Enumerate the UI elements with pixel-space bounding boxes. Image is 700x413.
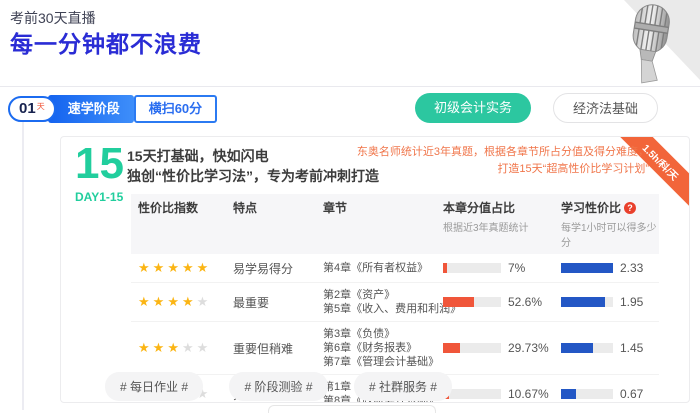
- plan-headline-line2: 独创“性价比学习法”，专为考前冲刺打造: [127, 166, 379, 186]
- table-header: 性价比指数 特点 章节 本章分值占比 根据近3年真题统计 学习性价比? 每学1小…: [131, 194, 659, 254]
- subject-tabs: 初级会计实务 经济法基础: [415, 93, 658, 123]
- plan-note: 东奥名师统计近3年真题，根据各章节所占分值及得分难度， 打造15天“超高性价比学…: [357, 144, 649, 178]
- star-filled-icon: ★: [167, 294, 179, 309]
- learning-value-bar-fill: [561, 263, 613, 273]
- learning-value-value: 2.33: [620, 261, 643, 275]
- header-learning-value-sub: 每学1小时可以得多少分: [561, 219, 659, 249]
- day-number: 01: [19, 98, 36, 120]
- learning-value-cell: 1.95: [561, 295, 659, 309]
- next-card-edge: [268, 405, 436, 413]
- help-icon[interactable]: ?: [624, 202, 636, 214]
- learning-value-bar: [561, 343, 613, 353]
- learning-value-cell: 2.33: [561, 261, 659, 275]
- star-filled-icon: ★: [197, 260, 209, 275]
- star-filled-icon: ★: [153, 340, 165, 355]
- timeline-line: [22, 122, 24, 410]
- score-share-cell: 29.73%: [443, 341, 561, 355]
- plan-note-line1: 东奥名师统计近3年真题，根据各章节所占分值及得分难度，: [357, 144, 649, 161]
- plan-headline: 15天打基础，快如闪电 独创“性价比学习法”，专为考前冲刺打造: [127, 146, 379, 186]
- header-chapter: 章节: [323, 199, 443, 216]
- header-learning-value: 学习性价比?: [561, 199, 659, 216]
- learning-value-cell: 1.45: [561, 341, 659, 355]
- chapter-item: 第2章《资产》: [323, 288, 443, 302]
- star-empty-icon: ★: [197, 294, 209, 309]
- learning-value-bar-fill: [561, 343, 593, 353]
- score-share-bar: [443, 263, 501, 273]
- tab-subject-accounting-practice[interactable]: 初级会计实务: [415, 93, 531, 123]
- rating-stars: ★★★★★: [131, 339, 233, 357]
- header-divider: [0, 86, 700, 87]
- score-share-bar-fill: [443, 297, 474, 307]
- tag-stage-quiz[interactable]: # 阶段测验 #: [229, 372, 327, 401]
- learning-value-cell: 0.67: [561, 387, 659, 401]
- score-share-value: 29.73%: [508, 341, 549, 355]
- score-share-bar-fill: [443, 343, 460, 353]
- star-filled-icon: ★: [153, 294, 165, 309]
- score-share-bar: [443, 343, 501, 353]
- star-empty-icon: ★: [197, 340, 209, 355]
- table-row: ★★★★★最重要第2章《资产》第5章《收入、费用和利润》52.6%1.95: [131, 283, 659, 322]
- learning-value-bar-fill: [561, 389, 576, 399]
- header-score-share: 本章分值占比: [443, 199, 561, 216]
- learning-value-value: 0.67: [620, 387, 643, 401]
- star-filled-icon: ★: [138, 294, 150, 309]
- tab-subject-economic-law[interactable]: 经济法基础: [553, 93, 658, 123]
- header-score-share-sub: 根据近3年真题统计: [443, 219, 561, 234]
- stage-bar: 01 天 速学阶段 横扫60分: [8, 95, 217, 123]
- table-row: ★★★★★重要但稍难第3章《负债》第6章《财务报表》第7章《管理会计基础》29.…: [131, 322, 659, 375]
- page-title: 每一分钟都不浪费: [10, 25, 202, 59]
- feature-tags: # 每日作业 # # 阶段测验 # # 社群服务 #: [105, 372, 474, 401]
- feature-label: 最重要: [233, 294, 323, 311]
- header-rating: 性价比指数: [131, 199, 233, 216]
- star-empty-icon: ★: [182, 340, 194, 355]
- chapter-item: 第5章《收入、费用和利润》: [323, 302, 443, 316]
- score-share-value: 7%: [508, 261, 525, 275]
- plan-headline-line1: 15天打基础，快如闪电: [127, 146, 379, 166]
- learning-value-value: 1.45: [620, 341, 643, 355]
- learning-value-bar: [561, 297, 613, 307]
- chapter-item: 第6章《财务报表》: [323, 341, 443, 355]
- score-share-value: 52.6%: [508, 295, 542, 309]
- chapter-item: 第7章《管理会计基础》: [323, 355, 443, 369]
- feature-label: 重要但稍难: [233, 340, 323, 357]
- header-feature: 特点: [233, 199, 323, 216]
- day-range: DAY1-15: [75, 190, 123, 204]
- rating-stars: ★★★★★: [131, 293, 233, 311]
- star-filled-icon: ★: [167, 260, 179, 275]
- star-filled-icon: ★: [138, 340, 150, 355]
- score-share-cell: 52.6%: [443, 295, 561, 309]
- learning-value-bar: [561, 263, 613, 273]
- chapter-list: 第3章《负债》第6章《财务报表》第7章《管理会计基础》: [323, 327, 443, 369]
- table-row: ★★★★★易学易得分第4章《所有者权益》7%2.33: [131, 254, 659, 283]
- chapter-item: 第4章《所有者权益》: [323, 261, 443, 275]
- study-plan-card: 1.5h/科/天 东奥名师统计近3年真题，根据各章节所占分值及得分难度， 打造1…: [60, 136, 690, 403]
- star-filled-icon: ★: [167, 340, 179, 355]
- stage-phase-button[interactable]: 速学阶段: [48, 95, 134, 123]
- star-filled-icon: ★: [182, 294, 194, 309]
- star-filled-icon: ★: [138, 260, 150, 275]
- learning-value-value: 1.95: [620, 295, 643, 309]
- header-learning-value-label: 学习性价比: [561, 201, 621, 215]
- plan-note-line2: 打造15天“超高性价比学习计划”: [357, 161, 649, 178]
- day-badge: 01 天: [8, 96, 56, 122]
- stage-goal-button[interactable]: 横扫60分: [134, 95, 217, 123]
- score-share-cell: 7%: [443, 261, 561, 275]
- score-share-bar-fill: [443, 263, 447, 273]
- star-filled-icon: ★: [153, 260, 165, 275]
- tag-community-service[interactable]: # 社群服务 #: [354, 372, 452, 401]
- microphone-image: [588, 0, 700, 86]
- chapter-list: 第4章《所有者权益》: [323, 261, 443, 275]
- learning-value-bar: [561, 389, 613, 399]
- score-share-value: 10.67%: [508, 387, 549, 401]
- star-filled-icon: ★: [182, 260, 194, 275]
- chapter-item: 第3章《负债》: [323, 327, 443, 341]
- score-share-bar: [443, 297, 501, 307]
- rating-stars: ★★★★★: [131, 259, 233, 277]
- day-unit: 天: [37, 101, 45, 112]
- feature-label: 易学易得分: [233, 260, 323, 277]
- chapter-list: 第2章《资产》第5章《收入、费用和利润》: [323, 288, 443, 316]
- day-count: 15: [75, 139, 124, 189]
- tag-daily-homework[interactable]: # 每日作业 #: [105, 372, 203, 401]
- learning-value-bar-fill: [561, 297, 605, 307]
